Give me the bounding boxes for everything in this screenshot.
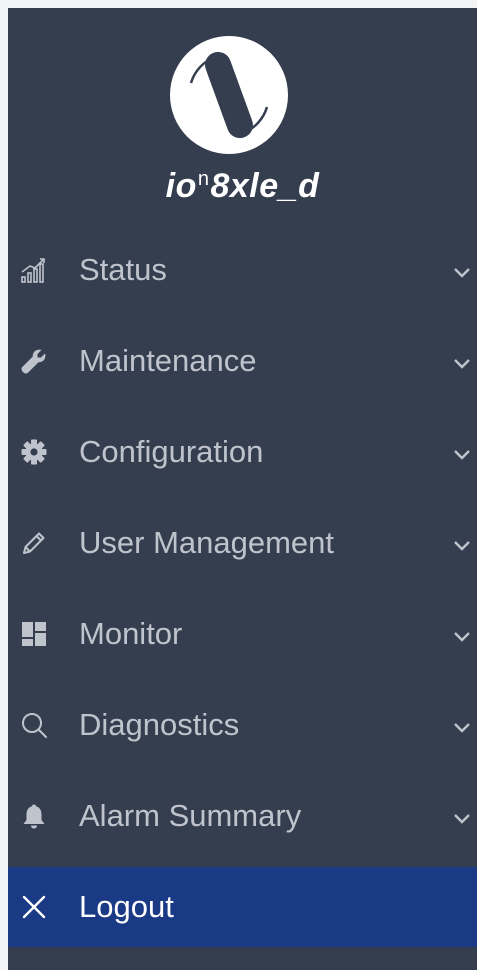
signal-bars-icon: [19, 255, 49, 285]
chevron-down-icon: [453, 812, 471, 824]
brand-name-prefix: io: [165, 167, 197, 205]
pencil-icon: [19, 528, 49, 558]
nav-item-label: Alarm Summary: [79, 797, 302, 833]
nav-item-alarm-summary[interactable]: Alarm Summary: [8, 770, 477, 861]
nav-item-label: Configuration: [79, 433, 264, 469]
search-icon: [19, 710, 49, 740]
nav-item-label: Monitor: [79, 615, 183, 651]
gear-icon: [19, 437, 49, 467]
chevron-down-icon: [453, 357, 471, 369]
nav-item-configuration[interactable]: Configuration: [8, 406, 477, 497]
brand-name-suffix: 8xle_d: [210, 167, 320, 205]
wrench-icon: [19, 346, 49, 376]
brand-logo-icon: [169, 35, 289, 155]
brand-name-superscript: n: [197, 168, 210, 190]
nav-item-status[interactable]: Status: [8, 224, 477, 315]
nav-item-label: User Management: [79, 524, 335, 560]
chevron-down-icon: [453, 721, 471, 733]
close-icon: [19, 892, 49, 922]
nav-item-logout[interactable]: Logout: [8, 867, 477, 947]
brand-name: ion8xle_d: [8, 166, 477, 211]
nav-item-user-management[interactable]: User Management: [8, 497, 477, 588]
nav-item-diagnostics[interactable]: Diagnostics: [8, 679, 477, 770]
chevron-down-icon: [453, 539, 471, 551]
bell-icon: [19, 801, 49, 831]
nav-item-label: Status: [79, 251, 167, 287]
dashboard-icon: [19, 619, 49, 649]
nav-item-label: Diagnostics: [79, 706, 240, 742]
brand-header: ion8xle_d: [8, 8, 477, 223]
nav-menu: Status Maintenance Configuration User Ma…: [8, 224, 477, 947]
nav-item-maintenance[interactable]: Maintenance: [8, 315, 477, 406]
sidebar: ion8xle_d Status Maintenance Configurati…: [8, 8, 477, 970]
nav-item-label: Logout: [79, 889, 174, 924]
nav-item-monitor[interactable]: Monitor: [8, 588, 477, 679]
chevron-down-icon: [453, 630, 471, 642]
nav-item-label: Maintenance: [79, 342, 257, 378]
chevron-down-icon: [453, 266, 471, 278]
chevron-down-icon: [453, 448, 471, 460]
